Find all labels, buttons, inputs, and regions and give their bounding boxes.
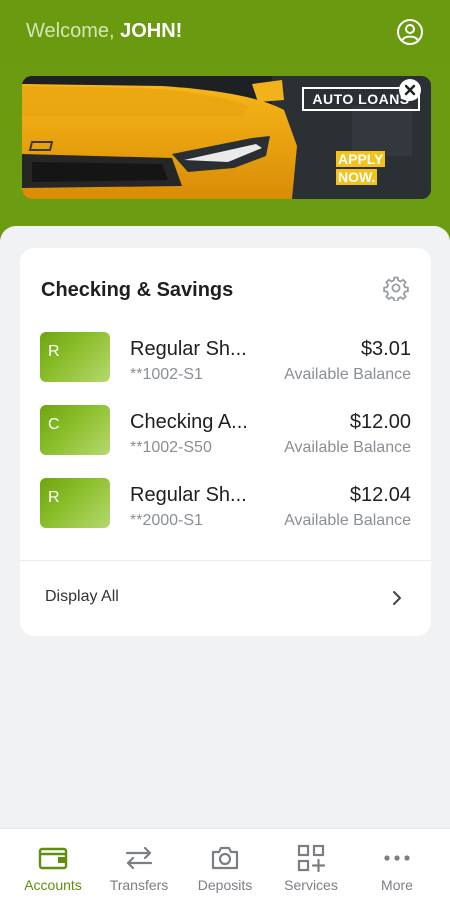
welcome-prefix: Welcome, [26, 20, 121, 42]
nav-label: Deposits [197, 877, 253, 893]
card-title: Checking & Savings [41, 279, 234, 301]
grid-plus-icon [297, 844, 326, 873]
profile-button[interactable] [396, 18, 424, 46]
chevron-right-icon [393, 591, 401, 605]
nav-services[interactable]: Services [266, 829, 356, 900]
nav-accounts[interactable]: Accounts [8, 829, 98, 900]
display-all-button[interactable]: Display All [20, 561, 431, 636]
camera-icon [211, 846, 239, 870]
banner-cta: APPLY NOW. [336, 150, 386, 186]
account-name: Checking A... [130, 411, 248, 433]
account-tile: R [40, 478, 110, 528]
promo-banner[interactable]: AUTO LOANS APPLY NOW. [22, 76, 431, 199]
account-name: Regular Sh... [130, 338, 247, 360]
nav-label: Transfers [109, 877, 169, 893]
user-circle-icon [397, 19, 423, 45]
account-tile: C [40, 405, 110, 455]
account-balance: $3.01 [360, 338, 411, 360]
banner-cta-line2: NOW. [336, 169, 378, 185]
banner-cta-line1: APPLY [336, 151, 386, 167]
account-name: Regular Sh... [130, 484, 247, 506]
bottom-nav: Accounts Transfers Deposits Services Mor… [0, 828, 450, 900]
banner-close-button[interactable] [399, 79, 421, 101]
account-row[interactable]: C Checking A... **1002-S50 $12.00 Availa… [40, 405, 411, 457]
welcome-text: Welcome, JOHN! [26, 20, 182, 43]
account-number: **1002-S50 [130, 439, 212, 456]
more-dots-icon [384, 855, 410, 861]
wallet-icon [38, 847, 68, 870]
display-all-label: Display All [45, 588, 119, 605]
card-settings-button[interactable] [383, 275, 409, 303]
close-icon [404, 84, 416, 96]
account-balance-label: Available Balance [284, 366, 411, 383]
account-balance: $12.00 [349, 411, 411, 433]
nav-label: Accounts [24, 877, 82, 893]
account-number: **2000-S1 [130, 512, 203, 529]
account-balance-label: Available Balance [284, 512, 411, 529]
transfer-arrows-icon [125, 846, 153, 870]
gear-icon [383, 276, 409, 303]
nav-label: Services [284, 877, 338, 893]
accounts-card: Checking & Savings R Regular Sh... **100… [20, 248, 431, 636]
nav-more[interactable]: More [352, 829, 442, 900]
account-row[interactable]: R Regular Sh... **2000-S1 $12.04 Availab… [40, 478, 411, 530]
user-name: JOHN! [120, 20, 183, 42]
account-tile: R [40, 332, 110, 382]
nav-label: More [381, 877, 413, 893]
nav-deposits[interactable]: Deposits [180, 829, 270, 900]
account-balance: $12.04 [349, 484, 411, 506]
account-balance-label: Available Balance [284, 439, 411, 456]
account-row[interactable]: R Regular Sh... **1002-S1 $3.01 Availabl… [40, 332, 411, 384]
nav-transfers[interactable]: Transfers [94, 829, 184, 900]
account-number: **1002-S1 [130, 366, 203, 383]
